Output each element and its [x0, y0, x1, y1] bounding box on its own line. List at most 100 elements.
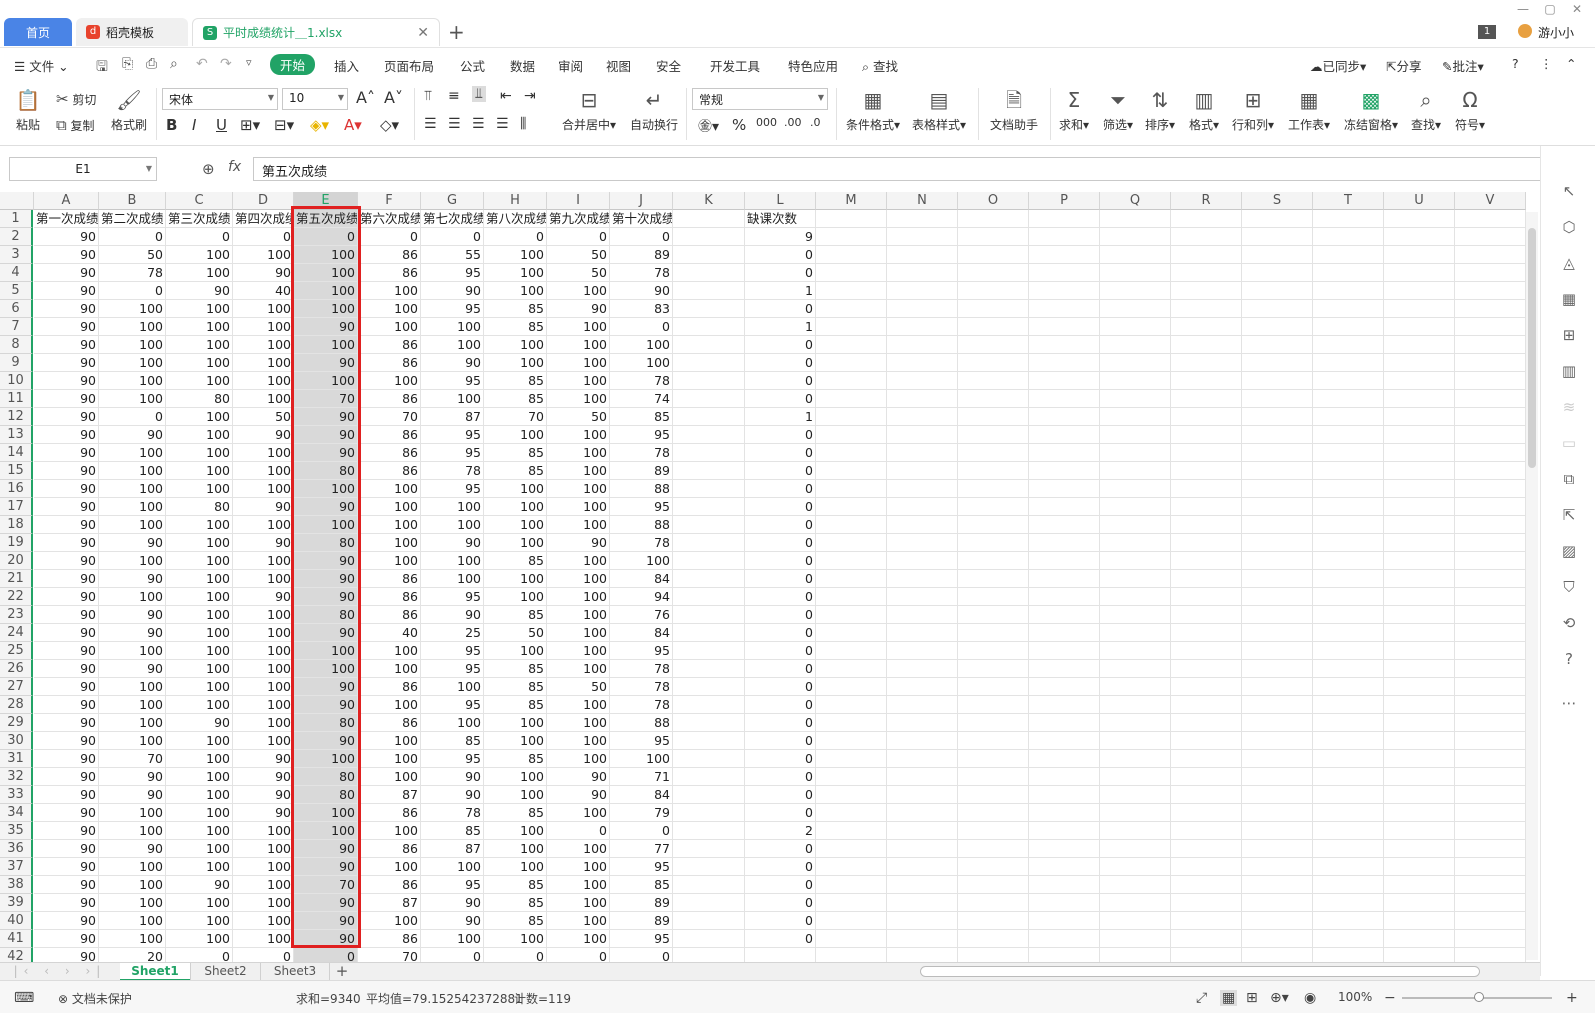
- table-cell[interactable]: [1313, 948, 1384, 962]
- table-cell[interactable]: [1029, 894, 1100, 912]
- table-cell[interactable]: 100: [99, 678, 166, 696]
- table-cell[interactable]: 90: [99, 570, 166, 588]
- table-cell[interactable]: [1313, 462, 1384, 480]
- table-cell[interactable]: [1384, 732, 1455, 750]
- table-cell[interactable]: 78: [421, 804, 484, 822]
- table-cell[interactable]: 100: [99, 516, 166, 534]
- table-cell[interactable]: [1242, 840, 1313, 858]
- table-cell[interactable]: 80: [294, 768, 358, 786]
- eye-protect-icon[interactable]: ◉: [1304, 990, 1316, 1006]
- table-cell[interactable]: 85: [484, 444, 547, 462]
- row-header[interactable]: 28: [0, 696, 33, 714]
- table-cell[interactable]: 100: [547, 750, 610, 768]
- italic-icon[interactable]: I: [192, 116, 196, 134]
- table-cell[interactable]: 90: [233, 264, 294, 282]
- table-cell[interactable]: 55: [421, 246, 484, 264]
- table-cell[interactable]: [1384, 930, 1455, 948]
- table-cell[interactable]: 100: [166, 534, 233, 552]
- table-cell[interactable]: [1171, 912, 1242, 930]
- table-cell[interactable]: 100: [610, 336, 673, 354]
- table-cell[interactable]: [1029, 606, 1100, 624]
- table-cell[interactable]: 100: [547, 462, 610, 480]
- row-header[interactable]: 37: [0, 858, 33, 876]
- table-cell[interactable]: 80: [294, 714, 358, 732]
- table-cell[interactable]: 0: [484, 228, 547, 246]
- table-cell[interactable]: 90: [34, 516, 99, 534]
- table-cell[interactable]: 84: [610, 570, 673, 588]
- table-cell[interactable]: [1384, 714, 1455, 732]
- table-cell[interactable]: [1313, 300, 1384, 318]
- table-cell[interactable]: 100: [421, 858, 484, 876]
- format-painter-button[interactable]: 🖌 格式刷: [108, 88, 150, 133]
- table-cell[interactable]: 95: [610, 732, 673, 750]
- table-cell[interactable]: [1100, 462, 1171, 480]
- table-cell[interactable]: [1029, 336, 1100, 354]
- table-cell[interactable]: 50: [547, 678, 610, 696]
- add-sheet-icon[interactable]: +: [332, 963, 352, 981]
- clear-icon[interactable]: ◇▾: [380, 116, 399, 134]
- table-cell[interactable]: 100: [547, 930, 610, 948]
- table-cell[interactable]: 90: [34, 624, 99, 642]
- table-cell[interactable]: [1171, 336, 1242, 354]
- conditional-format-button[interactable]: ▦ 条件格式▾: [844, 88, 902, 133]
- table-cell[interactable]: [1100, 840, 1171, 858]
- table-cell[interactable]: [887, 570, 958, 588]
- increase-decimal-icon[interactable]: .00: [784, 116, 802, 129]
- table-cell[interactable]: [958, 948, 1029, 962]
- table-cell[interactable]: [887, 894, 958, 912]
- align-center-icon[interactable]: ☰: [448, 116, 461, 132]
- table-cell[interactable]: 100: [547, 552, 610, 570]
- table-cell[interactable]: [958, 750, 1029, 768]
- table-cell[interactable]: [1455, 300, 1526, 318]
- column-header-k[interactable]: K: [673, 192, 745, 210]
- table-cell[interactable]: [673, 768, 745, 786]
- table-cell[interactable]: 90: [34, 840, 99, 858]
- table-cell[interactable]: 100: [484, 930, 547, 948]
- table-cell[interactable]: 100: [99, 462, 166, 480]
- table-cell[interactable]: [1100, 858, 1171, 876]
- fx-icon[interactable]: fx: [228, 159, 241, 175]
- column-header-j[interactable]: J: [610, 192, 673, 210]
- zoom-level[interactable]: 100%: [1338, 990, 1372, 1004]
- row-header[interactable]: 5: [0, 282, 33, 300]
- column-header-i[interactable]: I: [547, 192, 610, 210]
- table-cell[interactable]: 100: [547, 624, 610, 642]
- table-cell[interactable]: [958, 786, 1029, 804]
- row-header[interactable]: 17: [0, 498, 33, 516]
- table-cell[interactable]: [816, 588, 887, 606]
- menu-insert[interactable]: 插入: [334, 56, 359, 75]
- table-cell[interactable]: [1313, 408, 1384, 426]
- table-cell[interactable]: [1100, 552, 1171, 570]
- table-cell[interactable]: [673, 804, 745, 822]
- table-cell[interactable]: 0: [233, 948, 294, 962]
- row-header[interactable]: 12: [0, 408, 33, 426]
- table-cell[interactable]: 90: [34, 282, 99, 300]
- table-cell[interactable]: 100: [233, 246, 294, 264]
- table-cell[interactable]: [1313, 714, 1384, 732]
- table-cell[interactable]: 100: [166, 264, 233, 282]
- sum-button[interactable]: Σ 求和▾: [1056, 88, 1092, 133]
- table-cell[interactable]: [887, 678, 958, 696]
- percent-icon[interactable]: %: [732, 116, 746, 134]
- table-cell[interactable]: [887, 588, 958, 606]
- table-cell[interactable]: 0: [547, 948, 610, 962]
- table-cell[interactable]: [1384, 390, 1455, 408]
- table-cell[interactable]: [1100, 822, 1171, 840]
- table-cell[interactable]: 78: [610, 660, 673, 678]
- table-cell[interactable]: 100: [484, 714, 547, 732]
- table-cell[interactable]: [958, 552, 1029, 570]
- table-cell[interactable]: [1455, 606, 1526, 624]
- table-cell[interactable]: 100: [547, 318, 610, 336]
- table-cell[interactable]: [673, 246, 745, 264]
- table-cell[interactable]: [673, 930, 745, 948]
- table-cell[interactable]: 0: [745, 426, 816, 444]
- table-cell[interactable]: 100: [610, 750, 673, 768]
- table-cell[interactable]: 90: [99, 660, 166, 678]
- column-header-r[interactable]: R: [1171, 192, 1242, 210]
- doc-helper-button[interactable]: 🗎 文档助手: [986, 88, 1042, 133]
- table-cell[interactable]: [1171, 606, 1242, 624]
- currency-icon[interactable]: ㊎▾: [698, 116, 719, 136]
- table-cell[interactable]: [1100, 426, 1171, 444]
- table-cell[interactable]: [1029, 660, 1100, 678]
- table-cell[interactable]: 95: [610, 930, 673, 948]
